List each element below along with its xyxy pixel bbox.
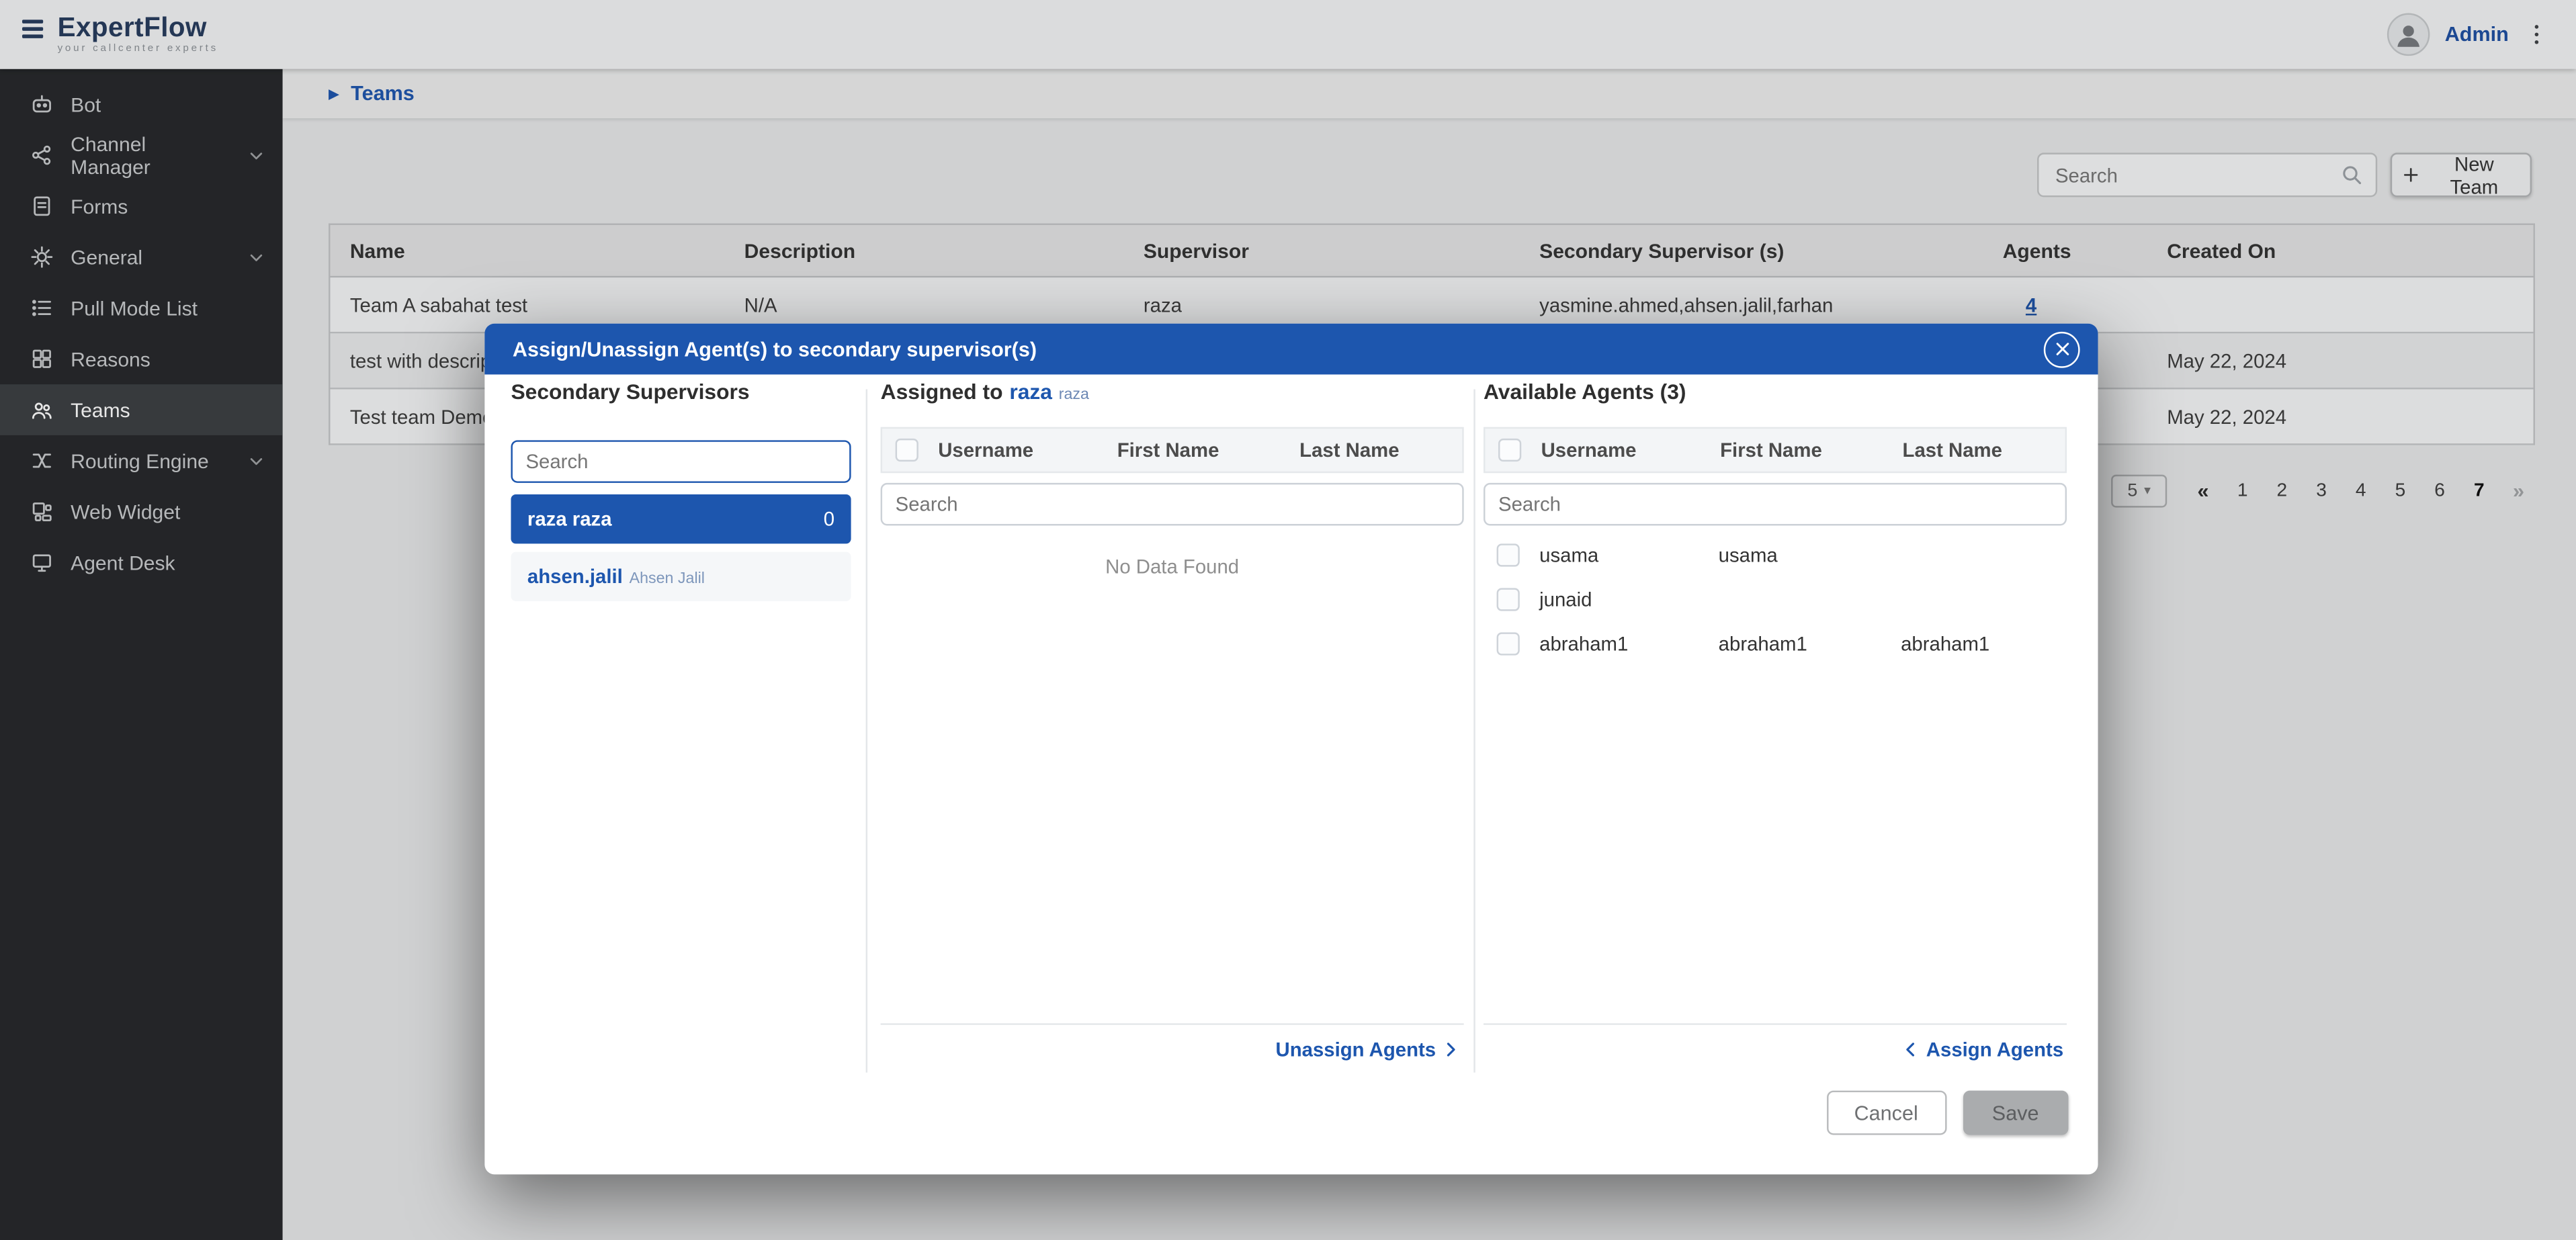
supervisors-heading: Secondary Supervisors [511, 380, 851, 416]
col-first-name: First Name [1111, 439, 1293, 461]
agent-checkbox[interactable] [1484, 543, 1533, 566]
available-column: Available Agents (3) Username First Name… [1484, 380, 2067, 1073]
supervisors-search-input[interactable] [511, 440, 851, 483]
app-root: ExpertFlow your callcenter experts Admin… [0, 0, 2576, 1240]
available-heading: Available Agents (3) [1484, 380, 2067, 416]
checkbox-icon [1497, 587, 1520, 610]
column-divider [1473, 390, 1475, 1073]
agent-username: junaid [1533, 587, 1712, 610]
supervisor-item-raza[interactable]: raza raza 0 [511, 494, 851, 543]
agent-checkbox[interactable] [1484, 587, 1533, 610]
agent-last-name: abraham1 [1894, 631, 2067, 654]
assigned-search-input[interactable] [881, 483, 1464, 526]
checkbox-icon [1498, 439, 1521, 461]
agent-row-junaid: junaid [1484, 576, 2067, 621]
supervisor-name: raza raza [527, 508, 612, 531]
col-last-name: Last Name [1293, 439, 1462, 461]
checkbox-icon [1497, 631, 1520, 654]
checkbox-icon [1497, 543, 1520, 566]
supervisor-count-badge: 0 [824, 508, 834, 531]
close-button[interactable] [2044, 331, 2080, 367]
select-all-checkbox[interactable] [882, 439, 931, 461]
unassign-agents-button[interactable]: Unassign Agents [881, 1023, 1464, 1072]
modal-title: Assign/Unassign Agent(s) to secondary su… [513, 337, 2044, 360]
assigned-supervisor-sub: raza [1059, 386, 1089, 404]
save-button[interactable]: Save [1963, 1091, 2069, 1135]
assigned-table-header: Username First Name Last Name [881, 427, 1464, 473]
agent-checkbox[interactable] [1484, 631, 1533, 654]
col-last-name: Last Name [1896, 439, 2065, 461]
assign-unassign-modal: Assign/Unassign Agent(s) to secondary su… [484, 324, 2098, 1175]
chevron-left-icon [1901, 1039, 1921, 1059]
modal-footer: Cancel Save [1826, 1091, 2068, 1135]
col-username: Username [931, 439, 1111, 461]
supervisor-fullname: Ahsen Jalil [630, 570, 705, 588]
agent-username: usama [1533, 543, 1712, 566]
chevron-right-icon [1441, 1039, 1460, 1059]
agent-row-abraham1: abraham1 abraham1 abraham1 [1484, 621, 2067, 665]
agent-row-usama: usama usama [1484, 532, 2067, 576]
assigned-column: Assigned to raza raza Username First Nam… [881, 380, 1464, 1073]
assign-agents-label: Assign Agents [1926, 1037, 2063, 1060]
checkbox-icon [896, 439, 918, 461]
available-table-header: Username First Name Last Name [1484, 427, 2067, 473]
available-agents-list: usama usama junaid abraham1 abraham1 abr… [1484, 532, 2067, 665]
cancel-button[interactable]: Cancel [1826, 1091, 1946, 1135]
select-all-checkbox[interactable] [1485, 439, 1534, 461]
assigned-prefix: Assigned to [881, 380, 1003, 404]
assign-agents-button[interactable]: Assign Agents [1484, 1023, 2067, 1072]
col-username: Username [1535, 439, 1714, 461]
agent-first-name: abraham1 [1712, 631, 1894, 654]
available-search-input[interactable] [1484, 483, 2067, 526]
col-first-name: First Name [1713, 439, 1895, 461]
column-divider [866, 390, 867, 1073]
close-icon [2053, 340, 2071, 358]
supervisors-column: Secondary Supervisors raza raza 0 ahsen.… [511, 380, 851, 1073]
supervisor-item-ahsen-jalil[interactable]: ahsen.jalil Ahsen Jalil [511, 552, 851, 601]
modal-header: Assign/Unassign Agent(s) to secondary su… [484, 324, 2098, 375]
agent-first-name: usama [1712, 543, 1894, 566]
assigned-heading: Assigned to raza raza [881, 380, 1464, 416]
supervisor-name: ahsen.jalil [527, 565, 623, 588]
no-data-message: No Data Found [881, 555, 1464, 578]
unassign-agents-label: Unassign Agents [1276, 1037, 1436, 1060]
assigned-supervisor-name: raza [1009, 380, 1052, 404]
agent-username: abraham1 [1533, 631, 1712, 654]
